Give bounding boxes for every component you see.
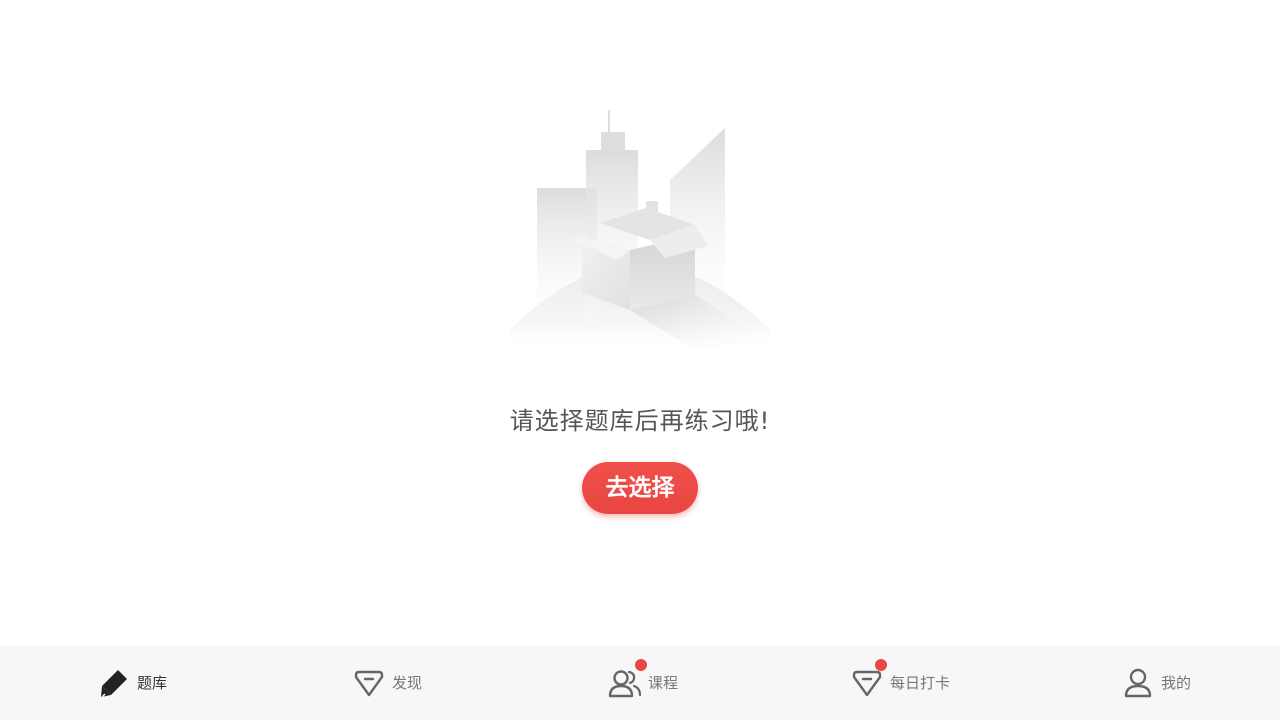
- person-icon: [1121, 666, 1155, 700]
- tab-courses[interactable]: 课程: [608, 646, 678, 720]
- bottom-tab-bar: 题库 发现 课程 每日打卡 我的: [0, 646, 1280, 720]
- notification-dot: [875, 659, 887, 671]
- diamond-icon: [850, 659, 887, 700]
- diamond-icon: [352, 666, 386, 700]
- tab-profile[interactable]: 我的: [1121, 646, 1191, 720]
- tab-label: 课程: [648, 674, 679, 692]
- tab-question-bank[interactable]: 题库: [97, 646, 167, 720]
- tab-label: 发现: [392, 674, 423, 692]
- tab-label: 每日打卡: [890, 674, 951, 692]
- choose-question-bank-button[interactable]: 去选择: [582, 462, 698, 514]
- tab-daily-checkin[interactable]: 每日打卡: [850, 646, 950, 720]
- empty-state-message: 请选择题库后再练习哦!: [509, 407, 771, 435]
- tab-label: 题库: [137, 674, 168, 692]
- empty-box-illustration: [510, 110, 770, 350]
- people-icon: [608, 659, 647, 700]
- page: 请选择题库后再练习哦! 去选择 题库 发现 课程 每日打卡 我的: [0, 0, 1280, 720]
- notification-dot: [635, 659, 647, 671]
- tab-label: 我的: [1161, 674, 1192, 692]
- pencil-icon: [97, 666, 131, 700]
- tab-discover[interactable]: 发现: [352, 646, 422, 720]
